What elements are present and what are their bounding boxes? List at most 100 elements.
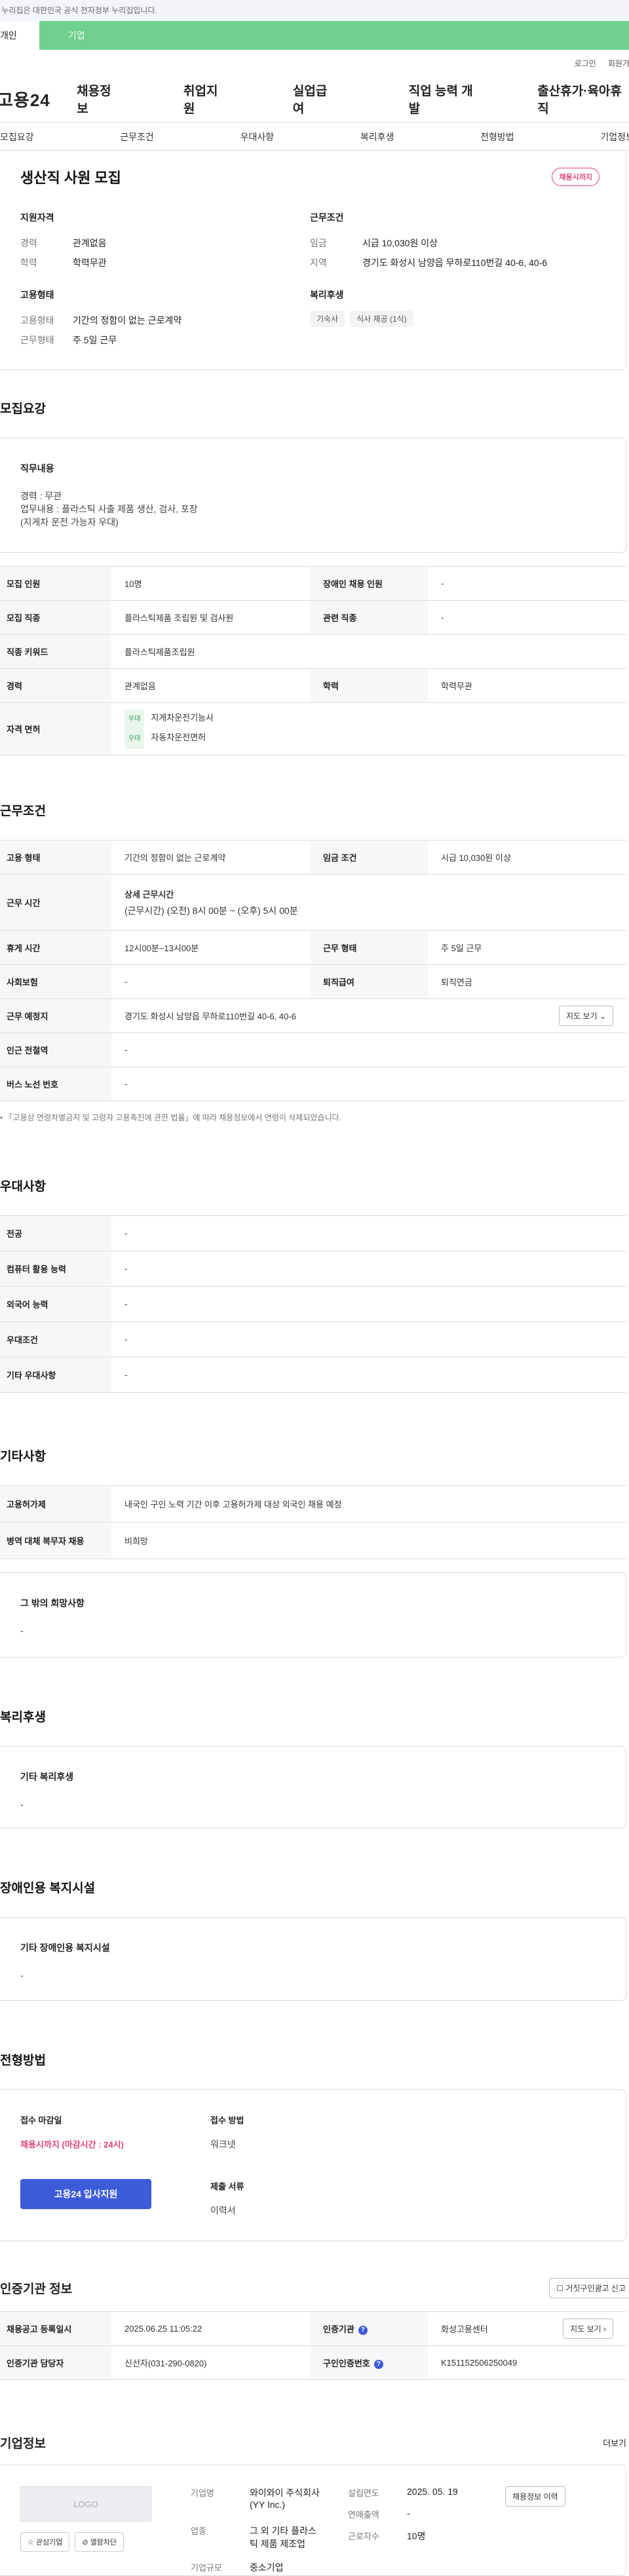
- gnb-item-unemployment[interactable]: 실업급여: [293, 81, 337, 117]
- map-button[interactable]: 지도 보기 ⌄: [559, 1006, 613, 1026]
- table-row: 우대조건-: [0, 1322, 626, 1357]
- etc-table: 고용허가제내국인 구인 노력 기간 이후 고용허가제 대상 외국인 채용 예정 …: [0, 1485, 626, 1559]
- welfare-box: 기타 복리후생 -: [0, 1746, 626, 1828]
- place-value: 경기도 화성시 남양읍 무하로110번길 40-6, 40-6: [124, 1010, 296, 1022]
- size-label: 기업규모: [191, 2561, 250, 2574]
- license-tag: 우대: [124, 729, 144, 749]
- table-row: 사회보험- 퇴직급여퇴직연금: [0, 965, 626, 999]
- table-row: 고용허가제내국인 구인 노력 기간 이후 고용허가제 대상 외국인 채용 예정: [0, 1486, 626, 1523]
- recruit-table: 모집 인원10명 장애인 채용 인원- 모집 직종플라스틱제품 조립원 및 검사…: [0, 566, 626, 755]
- pref-table: 전공- 컴퓨터 활용 능력- 외국어 능력- 우대조건- 기타 우대사항-: [0, 1215, 626, 1393]
- history-button[interactable]: 채용정보 이력: [505, 2486, 565, 2507]
- block-icon: ⊘: [82, 2539, 90, 2547]
- cell-label: 근무 형태: [310, 931, 428, 965]
- signup-link[interactable]: 회원가입: [608, 58, 629, 76]
- report-icon: ☐: [556, 2284, 565, 2293]
- utility-links: 로그인 회원가입: [0, 50, 629, 76]
- anchor-select[interactable]: 전형방법: [480, 123, 514, 150]
- hours-title: 상세 근무시간: [124, 888, 613, 900]
- tab-company[interactable]: 기업: [68, 21, 85, 50]
- worktype-label: 근무형태: [20, 330, 73, 350]
- cell-label: 사회보험: [0, 965, 111, 999]
- company-card: LOGO ☆ 관심기업 ⊘ 열람차단 기업명와이와이 주식회사(YY Inc.)…: [0, 2465, 626, 2576]
- duty-box: 직무내용 경력 : 무관 업무내용 : 플라스틱 사출 제품 생산, 검사, 포…: [0, 438, 626, 553]
- employees-label: 근로자수: [348, 2529, 407, 2543]
- gnb-item-parental-leave[interactable]: 출산휴가·육아휴직: [537, 81, 629, 117]
- recruit-heading: 모집요강: [0, 399, 629, 417]
- company-info: 기업명와이와이 주식회사(YY Inc.) 업종그 외 기타 플라스틱 제품 제…: [191, 2486, 565, 2554]
- cell-label: 모집 인원: [0, 567, 111, 601]
- cell-label: 고용 형태: [0, 841, 111, 875]
- deadline-title: 접수 마감일: [20, 2113, 204, 2126]
- cell-label-with-info: 구인인증번호?: [310, 2346, 428, 2380]
- gnb-item-jobs[interactable]: 채용정보: [77, 81, 121, 117]
- cell-value: 시급 10,030원 이상: [428, 841, 626, 875]
- welfare-box-title: 기타 복리후생: [20, 1770, 600, 1783]
- block-button[interactable]: ⊘ 열람차단: [75, 2532, 124, 2552]
- cell-value: 플라스틱제품 조립원 및 검사원: [111, 601, 310, 635]
- edu-label: 학력: [20, 253, 73, 273]
- cell-label: 모집 직종: [0, 601, 111, 635]
- deadline-badge: 채용시까지: [552, 168, 600, 186]
- anchor-recruit[interactable]: 모집요강: [0, 123, 34, 150]
- section-anchor-nav: 모집요강 근무조건 우대사항 복리후생 전형방법 기업정보: [0, 122, 629, 151]
- login-link[interactable]: 로그인: [575, 58, 596, 76]
- anchor-welfare[interactable]: 복리후생: [360, 123, 394, 150]
- cell-label: 구인인증번호: [323, 2358, 370, 2368]
- cell-label: 퇴직급여: [310, 965, 428, 999]
- apply-button[interactable]: 고용24 입사지원: [20, 2179, 151, 2209]
- table-row: 직종 키워드플라스틱제품조립원: [0, 635, 626, 669]
- chevron-down-icon: ⌄: [600, 1012, 606, 1021]
- info-icon[interactable]: ?: [358, 2326, 368, 2335]
- tab-personal[interactable]: 개인: [0, 21, 39, 50]
- table-row: 버스 노선 번호-: [0, 1067, 626, 1101]
- cell-label: 컴퓨터 활용 능력: [0, 1251, 111, 1287]
- hope-box: 그 밖의 희망사항 -: [0, 1572, 626, 1657]
- info-icon[interactable]: ?: [374, 2360, 383, 2369]
- etc-heading: 기타사항: [0, 1447, 629, 1464]
- cell-value: -: [111, 1067, 626, 1101]
- work-table: 고용 형태기간의 정함이 없는 근로계약 임금 조건시급 10,030원 이상 …: [0, 840, 626, 1101]
- cell-value: 비희망: [111, 1523, 626, 1559]
- place-cell: 경기도 화성시 남양읍 무하로110번길 40-6, 40-6 지도 보기 ⌄: [111, 999, 626, 1033]
- employees-value: 10명: [407, 2529, 425, 2543]
- cell-label: 인증기관 담당자: [0, 2346, 111, 2380]
- duty-line: 경력 : 무관: [20, 489, 600, 502]
- gnb-item-employment-support[interactable]: 취업지원: [183, 81, 227, 117]
- anchor-work[interactable]: 근무조건: [120, 123, 154, 150]
- anchor-company[interactable]: 기업정보: [600, 123, 629, 150]
- cell-value: 기간의 정함이 없는 근로계약: [111, 841, 310, 875]
- cell-label: 인증기관: [323, 2324, 354, 2334]
- cell-label: 버스 노선 번호: [0, 1067, 111, 1101]
- company-name-value: 와이와이 주식회사(YY Inc.): [250, 2486, 322, 2510]
- emp-label: 고용형태: [20, 311, 73, 330]
- cell-value: -: [111, 1033, 626, 1067]
- site-logo[interactable]: 고용24: [0, 87, 74, 111]
- star-icon: ☆: [28, 2539, 36, 2547]
- cell-value: 퇴직연금: [428, 965, 626, 999]
- table-row: 휴게 시간12시00분~13시00분 근무 형태주 5일 근무: [0, 931, 626, 965]
- sales-label: 연매출액: [348, 2508, 407, 2520]
- docs-title: 제출 서류: [210, 2180, 244, 2192]
- deadline-value: 채용시까지 (마감시간 : 24시): [20, 2138, 204, 2150]
- job-summary-card: 생산직 사원 모집 채용시까지 지원자격 경력관계없음 학력학력무관 고용형태 …: [0, 151, 626, 370]
- cell-value: 화성고용센터: [441, 2322, 488, 2335]
- interest-button[interactable]: ☆ 관심기업: [20, 2532, 69, 2552]
- hope-title: 그 밖의 희망사항: [20, 1597, 600, 1610]
- gnb-item-training[interactable]: 직업 능력 개발: [409, 81, 481, 117]
- more-link[interactable]: 더보기 ›: [603, 2436, 629, 2449]
- wage-value: 시급 10,030원 이상: [362, 233, 438, 253]
- cell-value: -: [111, 1216, 626, 1251]
- table-row: 근무 예정지 경기도 화성시 남양읍 무하로110번길 40-6, 40-6 지…: [0, 999, 626, 1033]
- cell-value: -: [111, 1322, 626, 1357]
- cert-heading: 인증기관 정보: [0, 2279, 72, 2297]
- report-button[interactable]: ☐ 거짓구인광고 신고: [549, 2278, 629, 2298]
- cell-value: 신선자(031-290-0820): [111, 2346, 310, 2380]
- cell-label: 외국어 능력: [0, 1287, 111, 1322]
- edu-value: 학력무관: [73, 253, 107, 273]
- method-value: 워크넷: [210, 2138, 244, 2151]
- cert-map-button[interactable]: 지도 보기 ›: [563, 2319, 613, 2339]
- anchor-pref[interactable]: 우대사항: [240, 123, 275, 150]
- cell-value: 10명: [111, 567, 310, 601]
- table-row: 모집 인원10명 장애인 채용 인원-: [0, 567, 626, 601]
